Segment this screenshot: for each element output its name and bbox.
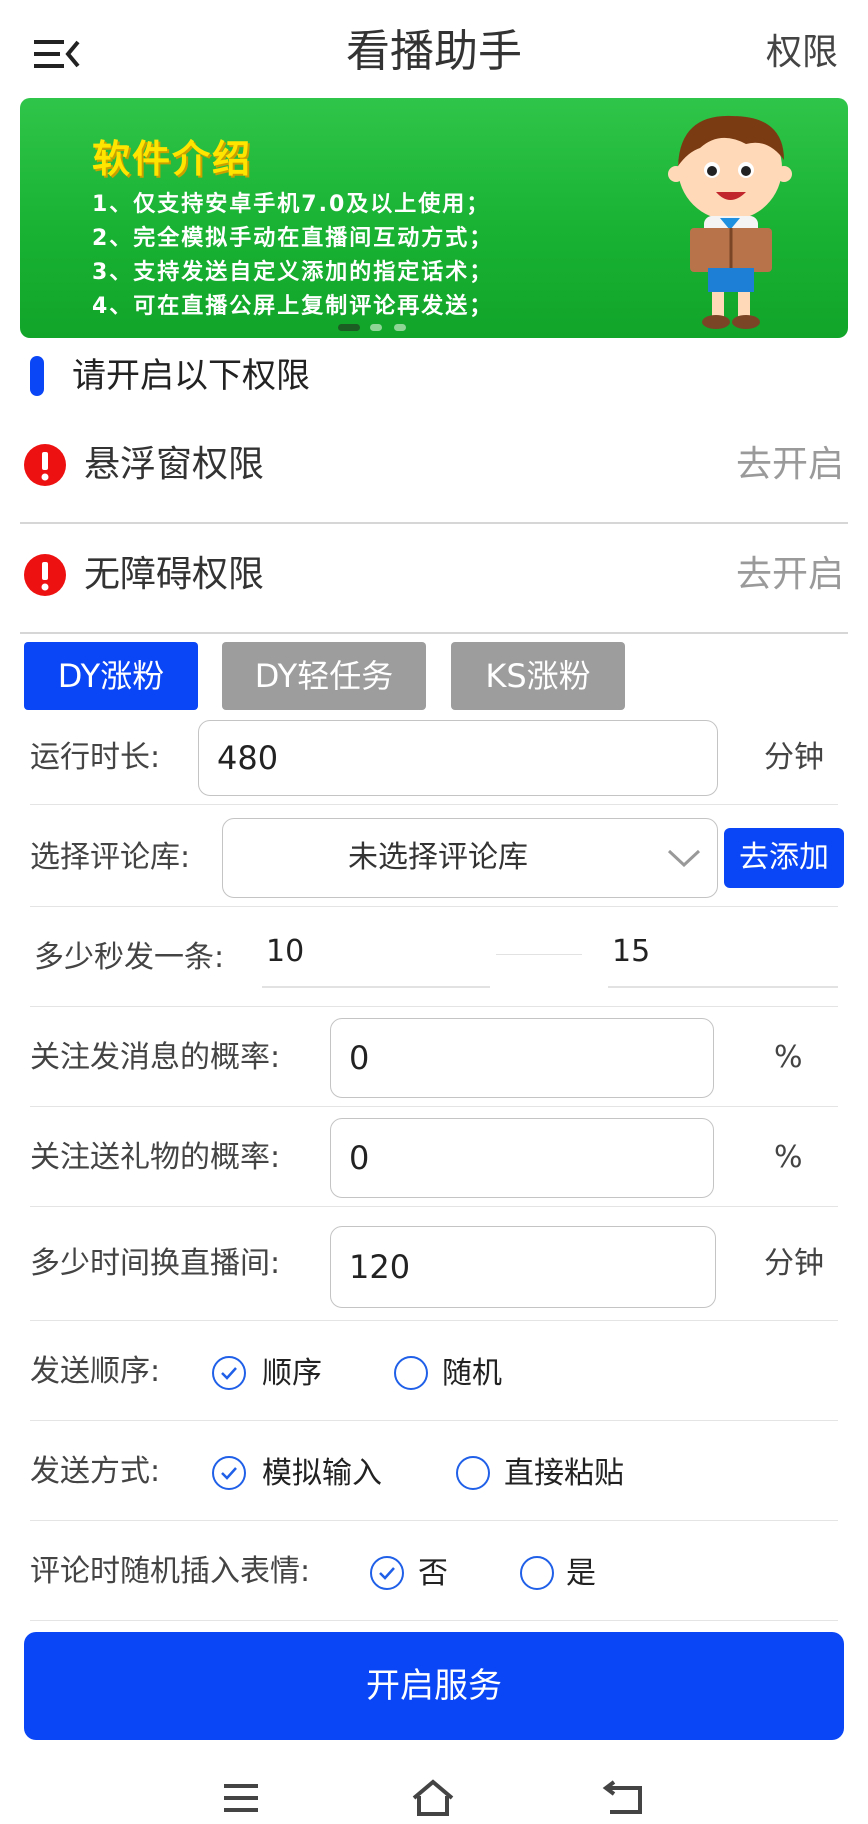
radio-label[interactable]: 直接粘贴 bbox=[504, 1452, 624, 1496]
run-duration-label: 运行时长: bbox=[30, 740, 161, 775]
carousel-dot[interactable] bbox=[370, 324, 382, 331]
divider bbox=[30, 804, 838, 805]
recent-apps-icon[interactable] bbox=[218, 1778, 264, 1818]
banner-line: 3、支持发送自定义添加的指定话术； bbox=[92, 260, 494, 285]
radio-mode-paste[interactable] bbox=[456, 1456, 490, 1490]
banner-line: 4、可在直播公屏上复制评论再发送； bbox=[92, 294, 494, 319]
switch-room-label: 多少时间换直播间: bbox=[30, 1246, 281, 1281]
interval-max-value[interactable]: 15 bbox=[612, 930, 650, 974]
switch-room-input[interactable]: 120 bbox=[330, 1226, 716, 1308]
check-icon bbox=[221, 1467, 237, 1480]
interval-max-underline bbox=[608, 986, 838, 988]
back-icon[interactable] bbox=[602, 1778, 648, 1818]
tab-dy-fans[interactable]: DY涨粉 bbox=[24, 642, 198, 710]
warning-icon bbox=[24, 444, 66, 486]
radio-label[interactable]: 否 bbox=[418, 1552, 448, 1596]
tab-dy-light-task[interactable]: DY轻任务 bbox=[222, 642, 426, 710]
follow-gift-value: 0 bbox=[349, 1139, 370, 1177]
emoji-label: 评论时随机插入表情: bbox=[30, 1554, 311, 1589]
banner-line: 2、完全模拟手动在直播间互动方式； bbox=[92, 226, 494, 251]
divider bbox=[30, 906, 838, 907]
section-marker bbox=[30, 356, 44, 396]
send-order-label: 发送顺序: bbox=[30, 1354, 161, 1389]
interval-label: 多少秒发一条: bbox=[34, 940, 225, 975]
enable-accessibility-button[interactable]: 去开启 bbox=[736, 550, 844, 600]
run-duration-unit: 分钟 bbox=[764, 740, 824, 775]
intro-banner[interactable]: 软件介绍 1、仅支持安卓手机7.0及以上使用； 2、完全模拟手动在直播间互动方式… bbox=[20, 98, 848, 338]
carousel-dot-active[interactable] bbox=[338, 324, 360, 331]
permission-label: 无障碍权限 bbox=[84, 554, 265, 595]
radio-emoji-yes[interactable] bbox=[520, 1556, 554, 1590]
divider bbox=[30, 1006, 838, 1007]
permission-row-overlay: 悬浮窗权限 去开启 bbox=[20, 414, 848, 524]
radio-order-random[interactable] bbox=[394, 1356, 428, 1390]
interval-min-value[interactable]: 10 bbox=[266, 930, 304, 974]
check-icon bbox=[221, 1367, 237, 1380]
tab-ks-fans[interactable]: KS涨粉 bbox=[451, 642, 625, 710]
divider bbox=[30, 1106, 838, 1107]
enable-overlay-button[interactable]: 去开启 bbox=[736, 440, 844, 490]
comment-lib-select[interactable]: 未选择评论库 bbox=[222, 818, 718, 898]
switch-room-unit: 分钟 bbox=[764, 1246, 824, 1281]
radio-label[interactable]: 随机 bbox=[442, 1352, 502, 1396]
radio-emoji-no[interactable] bbox=[370, 1556, 404, 1590]
divider bbox=[30, 1206, 838, 1207]
follow-msg-label: 关注发消息的概率: bbox=[30, 1040, 281, 1075]
send-mode-label: 发送方式: bbox=[30, 1454, 161, 1489]
comment-lib-label: 选择评论库: bbox=[30, 840, 191, 875]
carousel-dot[interactable] bbox=[394, 324, 406, 331]
permission-label: 悬浮窗权限 bbox=[84, 444, 265, 485]
percent-unit: % bbox=[774, 1140, 803, 1175]
follow-gift-input[interactable]: 0 bbox=[330, 1118, 714, 1198]
run-duration-input[interactable]: 480 bbox=[198, 720, 718, 796]
divider bbox=[30, 1520, 838, 1521]
radio-label[interactable]: 是 bbox=[566, 1552, 596, 1596]
permission-link[interactable]: 权限 bbox=[766, 28, 838, 78]
switch-room-value: 120 bbox=[349, 1248, 411, 1286]
follow-msg-input[interactable]: 0 bbox=[330, 1018, 714, 1098]
warning-icon bbox=[24, 554, 66, 596]
comment-lib-value: 未选择评论库 bbox=[348, 840, 528, 875]
divider bbox=[30, 1620, 838, 1621]
check-icon bbox=[379, 1567, 395, 1580]
radio-label[interactable]: 顺序 bbox=[262, 1352, 322, 1396]
page-title: 看播助手 bbox=[346, 26, 522, 77]
range-separator bbox=[496, 954, 582, 955]
banner-title: 软件介绍 bbox=[92, 137, 253, 181]
section-title: 请开启以下权限 bbox=[72, 356, 310, 396]
banner-line: 1、仅支持安卓手机7.0及以上使用； bbox=[92, 192, 491, 217]
follow-msg-value: 0 bbox=[349, 1039, 370, 1077]
add-comment-lib-button[interactable]: 去添加 bbox=[724, 828, 844, 888]
run-duration-value: 480 bbox=[217, 739, 279, 777]
percent-unit: % bbox=[774, 1040, 803, 1075]
start-service-button[interactable]: 开启服务 bbox=[24, 1632, 844, 1740]
interval-min-underline bbox=[262, 986, 490, 988]
radio-order-sequential[interactable] bbox=[212, 1356, 246, 1390]
chevron-down-icon bbox=[667, 849, 701, 867]
radio-label[interactable]: 模拟输入 bbox=[262, 1452, 382, 1496]
permission-row-accessibility: 无障碍权限 去开启 bbox=[20, 524, 848, 634]
follow-gift-label: 关注送礼物的概率: bbox=[30, 1140, 281, 1175]
home-icon[interactable] bbox=[410, 1778, 456, 1818]
kid-illustration bbox=[668, 115, 792, 329]
divider bbox=[30, 1320, 838, 1321]
radio-mode-simulate[interactable] bbox=[212, 1456, 246, 1490]
divider bbox=[30, 1420, 838, 1421]
